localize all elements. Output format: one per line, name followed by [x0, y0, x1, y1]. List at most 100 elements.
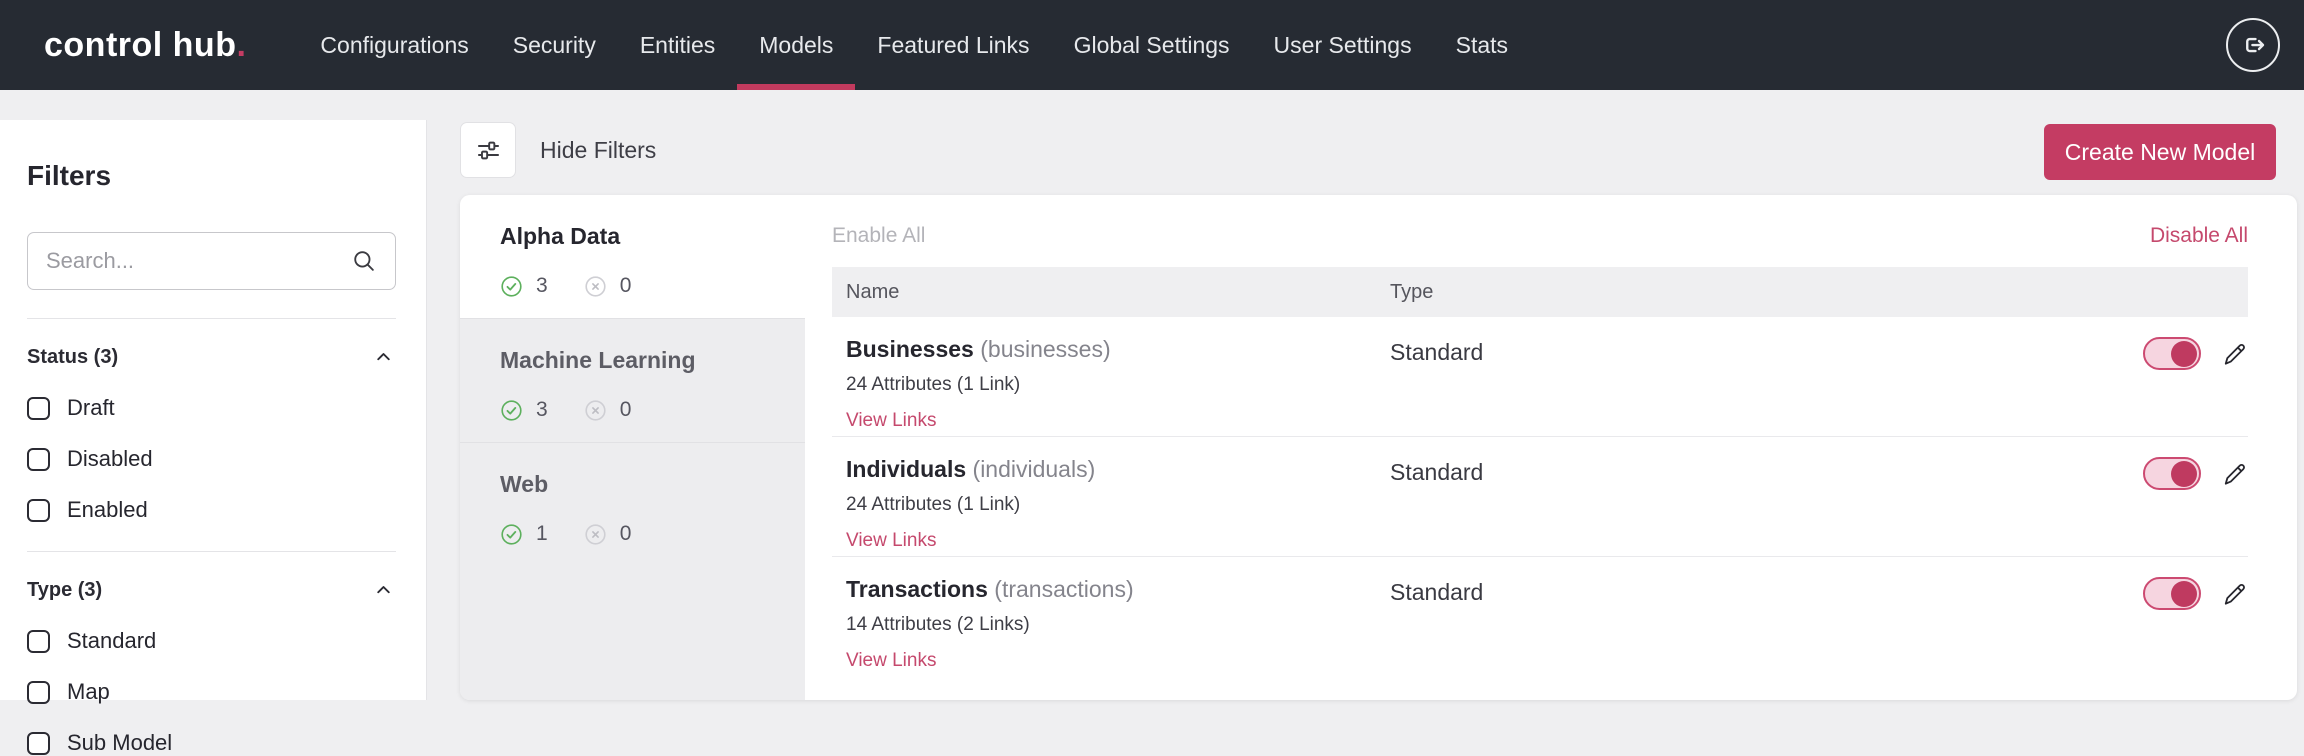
- filter-sliders-icon: [460, 122, 516, 178]
- chevron-up-icon: [373, 580, 394, 601]
- category-counts: 3 0: [500, 274, 805, 298]
- models-table: Enable All Disable All Name Type Busines…: [805, 195, 2297, 700]
- app-root: control hub. Configurations Security Ent…: [0, 0, 2304, 714]
- category-counts: 1 0: [500, 522, 805, 546]
- check-circle-icon: [500, 399, 523, 422]
- edit-button[interactable]: [2219, 459, 2248, 488]
- type-cell: Standard: [1376, 456, 2129, 486]
- model-slug: (businesses): [980, 336, 1110, 362]
- disabled-checkbox[interactable]: [27, 448, 50, 471]
- category-tab-alpha-data[interactable]: Alpha Data 3 0: [460, 195, 805, 319]
- view-links-link[interactable]: View Links: [846, 410, 936, 432]
- category-tab-web[interactable]: Web 1 0: [460, 443, 805, 567]
- filter-search-box: [27, 232, 396, 290]
- model-name: Transactions: [846, 576, 988, 602]
- nav-item-stats[interactable]: Stats: [1434, 0, 1530, 90]
- sidebar-divider: [27, 551, 396, 552]
- disabled-count: 0: [620, 398, 632, 422]
- nav-item-featured-links[interactable]: Featured Links: [855, 0, 1051, 90]
- search-icon[interactable]: [351, 248, 377, 274]
- status-option-disabled: Disabled: [27, 446, 396, 472]
- column-header-name: Name: [832, 281, 1376, 304]
- map-label: Map: [67, 679, 110, 705]
- type-collapse-button[interactable]: [371, 578, 396, 603]
- table-row-individuals: Individuals (individuals) 24 Attributes …: [832, 437, 2248, 557]
- filter-section-status: Status (3): [27, 345, 396, 370]
- standard-label: Standard: [67, 628, 156, 654]
- draft-checkbox[interactable]: [27, 397, 50, 420]
- map-checkbox[interactable]: [27, 681, 50, 704]
- enabled-label: Enabled: [67, 497, 148, 523]
- enabled-toggle[interactable]: [2143, 577, 2201, 610]
- view-links-link[interactable]: View Links: [846, 530, 936, 552]
- type-cell: Standard: [1376, 576, 2129, 606]
- chevron-up-icon: [373, 347, 394, 368]
- models-card: Alpha Data 3 0 Machine Learning: [460, 195, 2297, 700]
- sub-model-checkbox[interactable]: [27, 732, 50, 755]
- name-cell: Transactions (transactions) 14 Attribute…: [832, 576, 1376, 672]
- status-option-enabled: Enabled: [27, 497, 396, 523]
- disabled-count-group: 0: [584, 522, 632, 546]
- name-cell: Individuals (individuals) 24 Attributes …: [832, 456, 1376, 552]
- nav-item-security[interactable]: Security: [491, 0, 618, 90]
- x-circle-icon: [584, 399, 607, 422]
- x-circle-icon: [584, 523, 607, 546]
- category-counts: 3 0: [500, 398, 805, 422]
- edit-button[interactable]: [2219, 339, 2248, 368]
- filter-search-input[interactable]: [46, 248, 351, 274]
- disable-all-link[interactable]: Disable All: [2150, 224, 2248, 248]
- row-controls: [2129, 336, 2248, 370]
- type-cell: Standard: [1376, 336, 2129, 366]
- model-details: 24 Attributes (1 Link): [846, 374, 1376, 396]
- nav-item-user-settings[interactable]: User Settings: [1252, 0, 1434, 90]
- status-option-draft: Draft: [27, 395, 396, 421]
- category-name: Web: [500, 471, 805, 498]
- check-circle-icon: [500, 275, 523, 298]
- enabled-toggle[interactable]: [2143, 457, 2201, 490]
- hide-filters-button[interactable]: Hide Filters: [460, 122, 656, 178]
- status-collapse-button[interactable]: [371, 345, 396, 370]
- nav-item-configurations[interactable]: Configurations: [298, 0, 490, 90]
- pencil-icon: [2219, 339, 2248, 368]
- type-option-standard: Standard: [27, 628, 396, 654]
- enabled-count: 1: [536, 522, 548, 546]
- category-tab-machine-learning[interactable]: Machine Learning 3 0: [460, 319, 805, 443]
- view-links-link[interactable]: View Links: [846, 650, 936, 672]
- enabled-checkbox[interactable]: [27, 499, 50, 522]
- main-nav: Configurations Security Entities Models …: [298, 0, 1530, 90]
- disabled-count: 0: [620, 522, 632, 546]
- create-new-model-button[interactable]: Create New Model: [2044, 124, 2276, 180]
- edit-button[interactable]: [2219, 579, 2248, 608]
- model-details: 24 Attributes (1 Link): [846, 494, 1376, 516]
- category-name: Alpha Data: [500, 223, 805, 250]
- table-row-businesses: Businesses (businesses) 24 Attributes (1…: [832, 317, 2248, 437]
- nav-item-global-settings[interactable]: Global Settings: [1052, 0, 1252, 90]
- logout-icon: [2238, 30, 2268, 60]
- nav-item-entities[interactable]: Entities: [618, 0, 737, 90]
- nav-item-models[interactable]: Models: [737, 0, 855, 90]
- sidebar-divider: [27, 318, 396, 319]
- logout-button[interactable]: [2226, 18, 2280, 72]
- bulk-actions-row: Enable All Disable All: [832, 219, 2248, 253]
- disabled-label: Disabled: [67, 446, 153, 472]
- type-option-map: Map: [27, 679, 396, 705]
- brand-logo[interactable]: control hub.: [44, 26, 246, 65]
- sub-model-label: Sub Model: [67, 730, 172, 756]
- check-circle-icon: [500, 523, 523, 546]
- standard-checkbox[interactable]: [27, 630, 50, 653]
- filters-sidebar: Filters Status (3) Draft: [0, 120, 427, 700]
- brand-text: control hub: [44, 26, 236, 64]
- disabled-count-group: 0: [584, 274, 632, 298]
- category-tabs: Alpha Data 3 0 Machine Learning: [460, 195, 805, 700]
- disabled-count-group: 0: [584, 398, 632, 422]
- top-navbar: control hub. Configurations Security Ent…: [0, 0, 2304, 90]
- type-option-sub-model: Sub Model: [27, 730, 396, 756]
- enable-all-link[interactable]: Enable All: [832, 224, 925, 248]
- brand-dot: .: [236, 26, 246, 64]
- filters-title: Filters: [27, 160, 396, 192]
- x-circle-icon: [584, 275, 607, 298]
- table-header: Name Type: [832, 267, 2248, 317]
- filter-section-type: Type (3): [27, 578, 396, 603]
- enabled-toggle[interactable]: [2143, 337, 2201, 370]
- model-name: Individuals: [846, 456, 966, 482]
